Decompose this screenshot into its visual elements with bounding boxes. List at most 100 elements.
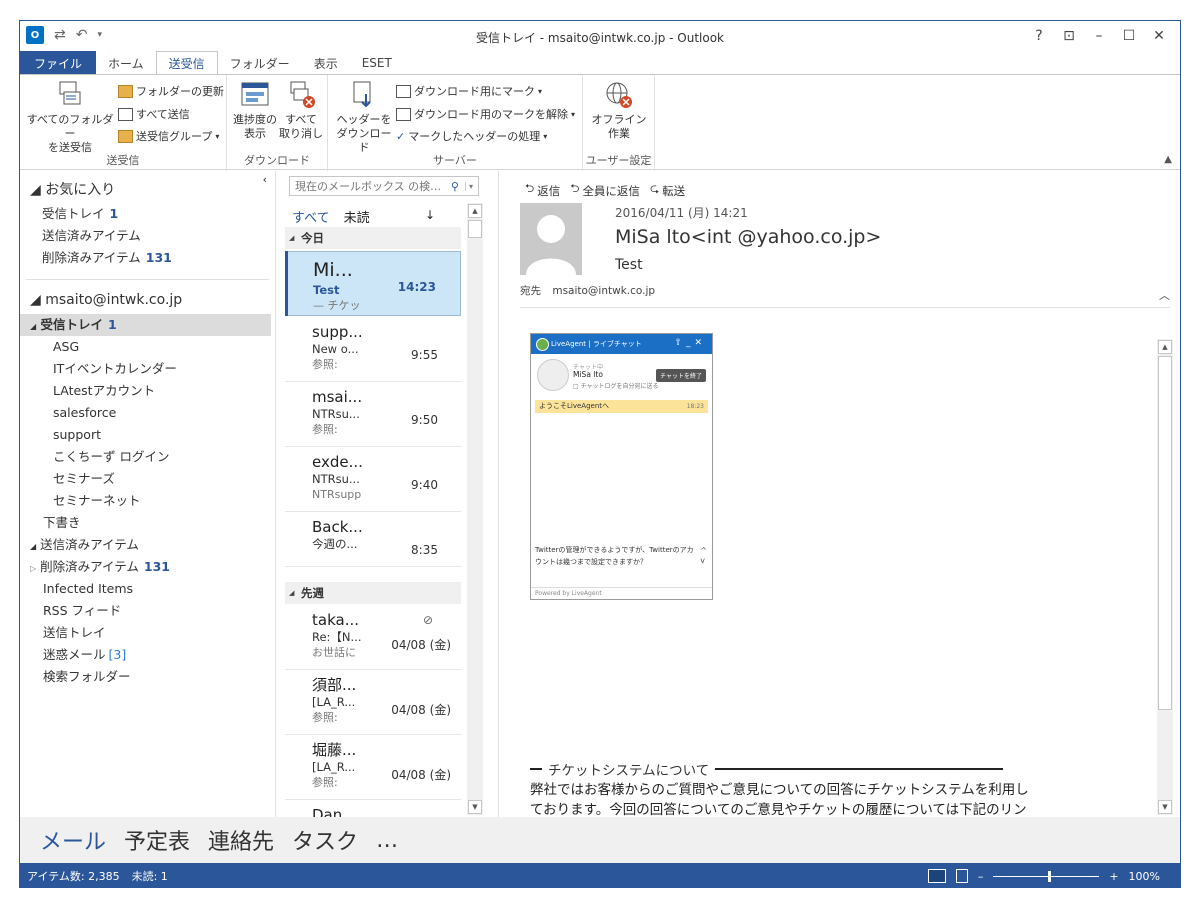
download-headers-button[interactable]: ヘッダーを ダウンロード — [334, 80, 394, 155]
folder-inbox[interactable]: ◢ 受信トレイ 1 — [20, 314, 271, 336]
send-receive-groups-button[interactable]: 送受信グループ ▾ — [118, 128, 219, 144]
show-progress-button[interactable]: 進捗度の 表示 — [233, 80, 277, 141]
message-sender[interactable]: MiSa lto<int @yahoo.co.jp> — [615, 226, 881, 248]
normal-view-icon[interactable] — [927, 869, 946, 883]
minimize-icon[interactable]: – — [1084, 25, 1114, 47]
welcome-time: 18:23 — [686, 403, 704, 410]
collapse-ribbon-icon[interactable]: ▲ — [1164, 154, 1172, 165]
scroll-up-icon[interactable]: ▲ — [1158, 340, 1172, 354]
sort-direction-icon[interactable]: ↓ — [425, 208, 435, 222]
reading-pane-scrollbar[interactable]: ▲ ▼ — [1157, 339, 1173, 815]
message-item[interactable]: supp... New o... 参照: 9:55 — [285, 317, 461, 382]
zoom-in-icon[interactable]: + — [1109, 870, 1118, 883]
message-item[interactable]: msai... NTRsu... 参照: 9:50 — [285, 382, 461, 447]
search-icon[interactable]: ⚲ — [451, 180, 459, 193]
message-subject: 今週の... — [312, 537, 358, 551]
send-all-button[interactable]: すべて送信 — [118, 106, 190, 122]
filter-unread[interactable]: 未読 — [344, 207, 370, 226]
tab-view[interactable]: 表示 — [302, 51, 350, 75]
favorite-inbox[interactable]: 受信トレイ 1 — [42, 203, 275, 225]
update-folder-button[interactable]: フォルダーの更新 — [118, 83, 224, 99]
message-subject: New o... — [312, 342, 359, 356]
process-marked-headers-button[interactable]: ✓ マークしたヘッダーの処理 ▾ — [396, 128, 547, 144]
nav-mail[interactable]: メール — [40, 824, 106, 856]
tab-send-receive[interactable]: 送受信 — [155, 51, 218, 75]
work-offline-button[interactable]: オフライン 作業 — [591, 80, 647, 141]
message-time: 9:50 — [411, 413, 438, 427]
tab-eset[interactable]: ESET — [350, 51, 404, 75]
folder-seminar-net[interactable]: セミナーネット — [53, 490, 275, 512]
folder-salesforce[interactable]: salesforce — [53, 402, 275, 424]
reply-all-button[interactable]: ⮌ 全員に返信 — [570, 181, 640, 200]
message-item[interactable]: Mi... Test — チケッ 14:23 — [285, 251, 461, 316]
folder-seminars[interactable]: セミナーズ — [53, 468, 275, 490]
message-item[interactable]: Back... 今週の... 8:35 — [285, 512, 461, 567]
scroll-down-icon[interactable]: ▼ — [1158, 800, 1172, 814]
folder-it-event-calendar[interactable]: ITイベントカレンダー — [53, 358, 275, 380]
close-icon[interactable]: ✕ — [1144, 25, 1174, 47]
zoom-thumb[interactable] — [1048, 870, 1052, 882]
scroll-thumb[interactable] — [468, 220, 482, 238]
favorite-deleted-items[interactable]: 削除済みアイテム 131 — [42, 247, 275, 269]
folder-label: Infected Items — [43, 581, 134, 596]
message-list-scrollbar[interactable]: ▲ ▼ — [467, 203, 483, 815]
group-header-last-week[interactable]: 先週 — [285, 582, 461, 604]
nav-contacts[interactable]: 連絡先 — [208, 824, 274, 856]
zoom-level[interactable]: 100% — [1129, 870, 1160, 883]
tab-file[interactable]: ファイル — [20, 51, 97, 75]
help-icon[interactable]: ? — [1024, 25, 1054, 47]
send-receive-all-folders-button[interactable]: すべてのフォルダー を送受信 — [26, 80, 114, 155]
mark-to-download-button[interactable]: ダウンロード用にマーク ▾ — [396, 83, 542, 99]
folder-label: 送信済みアイテム — [42, 228, 141, 243]
collapse-header-icon[interactable]: ︿ — [1159, 287, 1170, 303]
scroll-thumb[interactable] — [1158, 356, 1172, 710]
reading-view-icon[interactable] — [955, 869, 968, 883]
tab-folder[interactable]: フォルダー — [218, 51, 302, 75]
zoom-slider[interactable] — [993, 870, 1100, 882]
nav-calendar[interactable]: 予定表 — [124, 824, 190, 856]
folder-kokuchizu-login[interactable]: こくちーず ログイン — [53, 446, 275, 468]
embedded-chat-screenshot: LiveAgent | ライブチャット ⇧_✕ チャット中 MiSa lto □… — [530, 333, 713, 600]
tab-home[interactable]: ホーム — [96, 51, 156, 75]
folder-sent-items[interactable]: ◢ 送信済みアイテム — [30, 534, 275, 556]
folder-deleted-items[interactable]: ▷ 削除済みアイテム 131 — [30, 556, 275, 578]
scroll-down-icon[interactable]: ▼ — [468, 800, 482, 814]
scroll-up-icon[interactable]: ▲ — [468, 204, 482, 218]
unmark-download-button[interactable]: ダウンロード用のマークを解除 ▾ — [396, 106, 575, 122]
folder-latest-account[interactable]: LAtestアカウント — [53, 380, 275, 402]
folder-junk-email[interactable]: 迷惑メール [3] — [30, 644, 275, 666]
message-item[interactable]: Dan ... — [285, 800, 461, 817]
cancel-all-icon — [290, 81, 315, 108]
message-item[interactable]: exde... NTRsu... NTRsupp 9:40 — [285, 447, 461, 512]
folder-infected-items[interactable]: Infected Items — [30, 578, 275, 600]
maximize-icon[interactable]: ☐ — [1114, 25, 1144, 47]
folder-support[interactable]: support — [53, 424, 275, 446]
message-item[interactable]: 堀藤... [LA_R... 参照: 04/08 (金) — [285, 735, 461, 800]
group-header-today[interactable]: 今日 — [285, 227, 461, 249]
account-header[interactable]: ◢ msaito@intwk.co.jp — [20, 292, 275, 308]
search-scope-dropdown-icon[interactable]: ▾ — [464, 181, 473, 191]
item-count: アイテム数: 2,385 — [27, 870, 120, 883]
unread-count: 131 — [145, 250, 172, 265]
favorites-header[interactable]: ◢ お気に入り — [20, 179, 275, 199]
folder-rss-feeds[interactable]: RSS フィード — [30, 600, 275, 622]
message-item[interactable]: taka... Re:【N... お世話に 04/08 (金) ⊘ — [285, 605, 461, 670]
folder-drafts[interactable]: 下書き — [30, 512, 275, 534]
message-subject: Test — [313, 283, 340, 297]
folder-search-folders[interactable]: 検索フォルダー — [30, 666, 275, 688]
zoom-out-icon[interactable]: – — [978, 870, 984, 883]
search-input[interactable]: 現在のメールボックス の検… ⚲ ▾ — [289, 176, 479, 196]
forward-button[interactable]: ⮎ 転送 — [650, 181, 685, 200]
folder-asg[interactable]: ASG — [53, 336, 275, 358]
nav-tasks[interactable]: タスク — [292, 824, 358, 856]
nav-more[interactable]: … — [376, 828, 398, 853]
recipient-address[interactable]: msaito@intwk.co.jp — [552, 285, 655, 297]
folder-outbox[interactable]: 送信トレイ — [30, 622, 275, 644]
reply-button[interactable]: ⮌ 返信 — [525, 181, 560, 200]
ribbon-display-icon[interactable]: ⊡ — [1054, 25, 1084, 47]
filter-all[interactable]: すべて — [292, 207, 330, 226]
cancel-all-button[interactable]: すべて 取り消し — [279, 80, 323, 141]
favorite-sent-items[interactable]: 送信済みアイテム — [42, 225, 275, 247]
message-item[interactable]: 須部... [LA_R... 参照: 04/08 (金) — [285, 670, 461, 735]
rule — [715, 768, 1004, 770]
